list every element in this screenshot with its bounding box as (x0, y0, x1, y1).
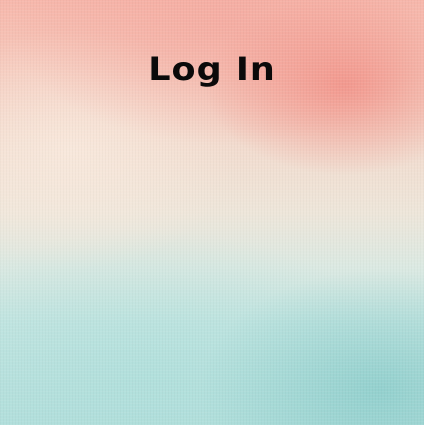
login-page: Log In (0, 0, 424, 425)
page-title: Log In (148, 52, 276, 89)
